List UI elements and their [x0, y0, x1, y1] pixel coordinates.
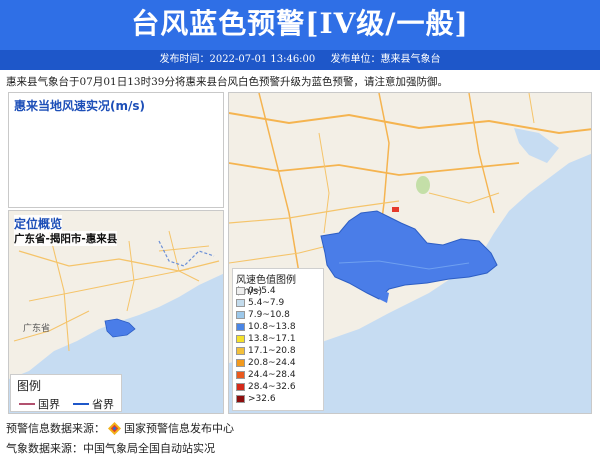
swatch-4	[236, 334, 245, 343]
national-border-line-icon	[19, 403, 35, 405]
location-panel-title: 定位概览	[14, 215, 63, 232]
publish-time: 发布时间：2022-07-01 13:46:00	[159, 54, 316, 65]
warning-source-line: 预警信息数据来源： 国家预警信息发布中心	[6, 420, 234, 436]
swatch-3	[236, 322, 245, 331]
warning-source: 国家预警信息发布中心	[124, 422, 234, 435]
wind-speed-legend: 风速色值图例 (m/s) 0~5.4 5.4~7.9 7.9~10.8 10.8…	[232, 268, 324, 411]
swatch-7	[236, 370, 245, 379]
provincial-border-line-icon	[73, 403, 89, 405]
map-label-guangdong: 广东省	[23, 322, 50, 334]
page-title: 台风蓝色预警[IV级/一般]	[131, 7, 469, 40]
wind-panel-title: 惠来当地风速实况(m/s)	[14, 99, 145, 113]
swatch-9	[236, 394, 245, 403]
wind-legend-item: 10.8~13.8	[236, 321, 296, 332]
wind-legend-item: 0~5.4	[236, 285, 276, 296]
swatch-0	[236, 286, 245, 295]
weather-source-line: 气象数据来源：中国气象局全国自动站实况	[6, 440, 215, 456]
meta-bar: 发布时间：2022-07-01 13:46:00 发布单位：惠来县气象台	[0, 50, 600, 70]
location-path: 广东省-揭阳市-惠来县	[14, 231, 118, 246]
warning-message: 惠来县气象台于07月01日13时39分将惠来县台风白色预警升级为蓝色预警，请注意…	[6, 76, 448, 88]
wind-legend-item: 7.9~10.8	[236, 309, 290, 320]
swatch-5	[236, 346, 245, 355]
warning-center-logo-icon	[108, 421, 121, 435]
map-legend: 图例 国界 省界	[10, 374, 122, 412]
wind-legend-item: 17.1~20.8	[236, 345, 296, 356]
weather-source: 气象数据来源：中国气象局全国自动站实况	[6, 442, 215, 455]
legend-national-border: 国界	[19, 396, 60, 412]
swatch-1	[236, 298, 245, 307]
wind-legend-item: 28.4~32.6	[236, 381, 296, 392]
swatch-2	[236, 310, 245, 319]
map-legend-title: 图例	[17, 379, 42, 393]
header-bar: 台风蓝色预警[IV级/一般]	[0, 0, 600, 50]
warning-source-label: 预警信息数据来源：	[6, 422, 105, 435]
swatch-8	[236, 382, 245, 391]
wind-legend-item: 5.4~7.9	[236, 297, 284, 308]
wind-legend-item: 13.8~17.1	[236, 333, 296, 344]
wind-speed-panel: 惠来当地风速实况(m/s)	[8, 92, 224, 208]
wind-legend-item: 24.4~28.4	[236, 369, 296, 380]
swatch-6	[236, 358, 245, 367]
legend-provincial-border: 省界	[73, 396, 114, 412]
wind-legend-item: >32.6	[236, 393, 276, 404]
wind-legend-item: 20.8~24.4	[236, 357, 296, 368]
publisher: 发布单位：惠来县气象台	[330, 54, 441, 65]
